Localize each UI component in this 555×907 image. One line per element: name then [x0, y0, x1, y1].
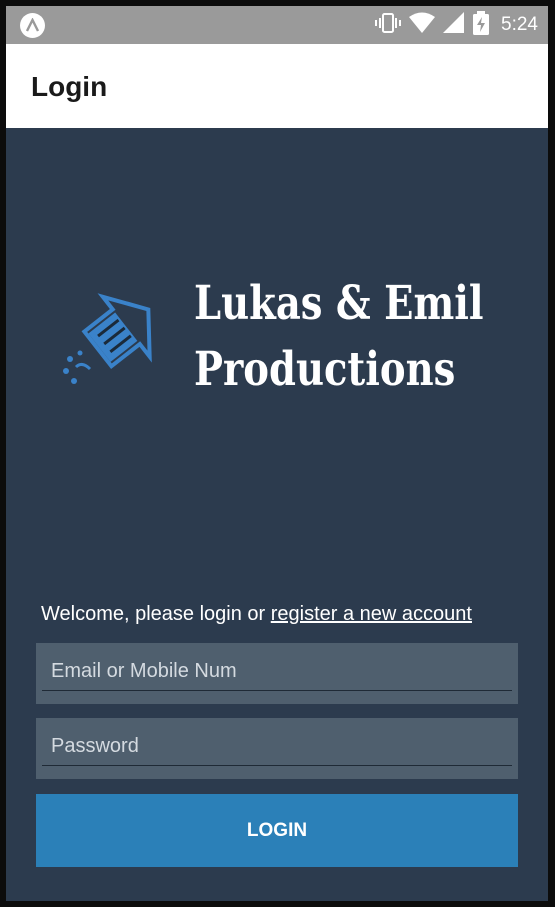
login-button[interactable]: LOGIN	[36, 794, 518, 867]
cell-signal-icon	[443, 11, 465, 39]
welcome-text: Welcome, please login or	[41, 603, 271, 625]
brand-logo: Lukas & Emil Productions	[60, 271, 500, 401]
register-link[interactable]: register a new account	[271, 603, 472, 625]
email-field-container	[36, 643, 518, 704]
logo-wordmark: Lukas & Emil Productions	[194, 271, 484, 403]
email-input[interactable]	[42, 653, 512, 691]
status-time: 5:24	[501, 14, 538, 35]
password-input[interactable]	[42, 728, 512, 766]
page-title: Login	[31, 71, 108, 102]
status-icons: 5:24	[375, 6, 538, 44]
wifi-icon	[409, 12, 436, 39]
status-bar: 5:24	[6, 6, 548, 44]
password-field-container	[36, 718, 518, 779]
welcome-message: Welcome, please login or register a new …	[41, 603, 472, 626]
logo-line-1: Lukas & Emil	[194, 276, 484, 331]
app-bar: Login	[6, 44, 548, 128]
firework-rocket-icon	[63, 293, 152, 384]
battery-charging-icon	[473, 10, 490, 40]
logo-line-2: Productions	[194, 342, 456, 397]
vibrate-icon	[375, 12, 402, 39]
app-screen: 5:24 Login Lukas & Emil Productions Welc	[6, 6, 548, 901]
app-launcher-icon	[20, 13, 45, 38]
